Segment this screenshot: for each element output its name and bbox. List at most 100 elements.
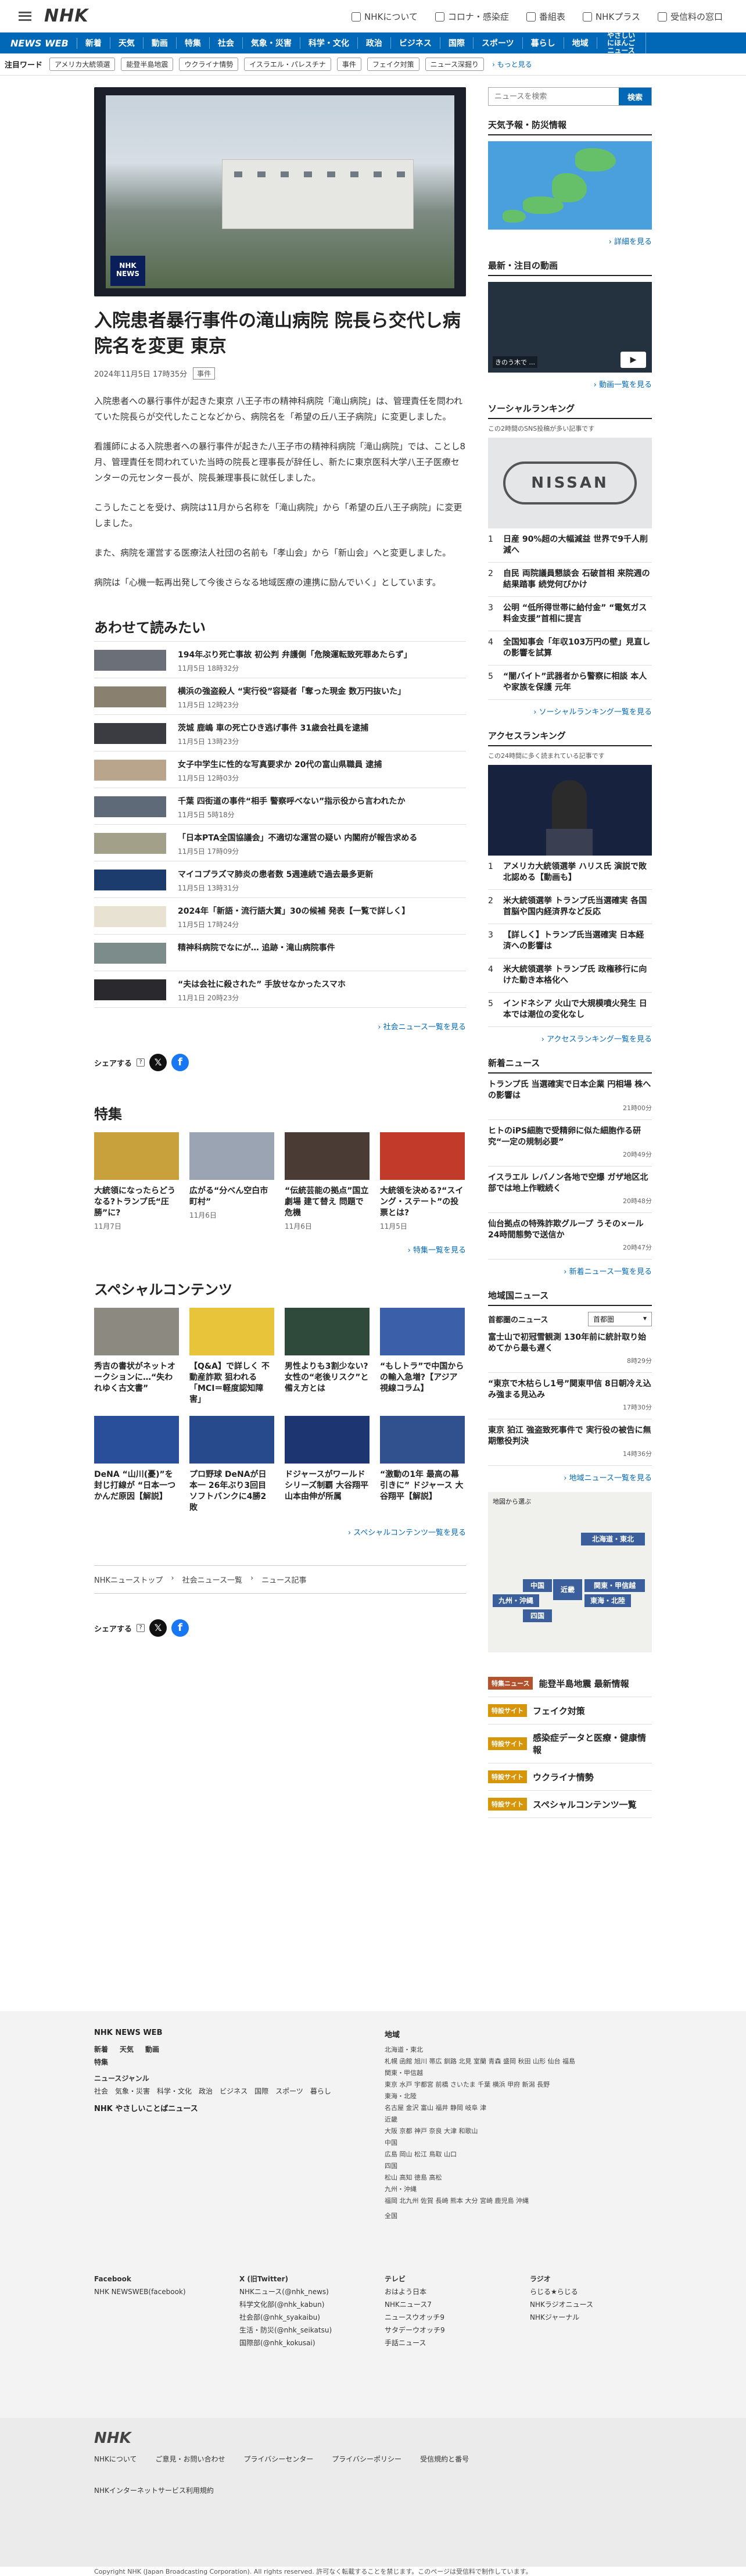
news-item[interactable]: トランプ氏 当選確実で日本企業 円相場 株への影響は 21時00分 [488, 1074, 652, 1120]
tokushu-card[interactable]: 大統領になったらどうなる?トランプ氏“圧勝”に? 11月7日 [94, 1132, 179, 1231]
tag[interactable]: イスラエル・パレスチナ [244, 58, 331, 71]
map-region-kyushu[interactable]: 九州・沖縄 [493, 1594, 539, 1607]
special-link[interactable]: 特設サイト ウクライナ情勢 [488, 1763, 652, 1791]
nav-item[interactable]: スポーツ [474, 37, 523, 49]
nav-item[interactable]: ビジネス [391, 37, 440, 49]
local-news-more-link[interactable]: › 地域ニュース一覧を見る [488, 1472, 652, 1483]
footer-link[interactable]: 松山 高知 徳島 高松 [385, 2172, 652, 2184]
footer-link[interactable]: NHKラジオニュース [530, 2298, 652, 2311]
related-item[interactable]: 精神科病院でなにが… 追跡・滝山病院事件 [94, 935, 466, 971]
special-link[interactable]: 特設サイト フェイク対策 [488, 1697, 652, 1725]
footer-link[interactable]: NHK やさしいことばニュース [94, 2102, 385, 2113]
news-item[interactable]: 富士山で初冠雪観測 130年前に統計取り始めてから最も遅く 8時29分 [488, 1326, 652, 1373]
special-card[interactable]: “激動の1年 最高の幕引きに” ドジャース 大谷翔平【解説】 [380, 1416, 465, 1514]
special-more-link[interactable]: › スペシャルコンテンツ一覧を見る [94, 1526, 466, 1537]
breadcrumb-item[interactable]: 社会ニュース一覧 [182, 1574, 242, 1585]
footer-link[interactable]: 受信規約と番号 [420, 2453, 469, 2466]
video-more-link[interactable]: › 動画一覧を見る [488, 378, 652, 389]
footer-link[interactable]: 生活・防災(@nhk_seikatsu) [239, 2324, 385, 2337]
footer-link[interactable]: 国際 [254, 2085, 268, 2098]
related-item[interactable]: 194年ぶり死亡事故 初公判 弁護側「危険運転致死罪あたらず」 11月5日 18時… [94, 642, 466, 678]
breadcrumb-item[interactable]: NHKニューストップ [94, 1574, 163, 1585]
footer-nhk-logo[interactable]: NHK [94, 2430, 652, 2447]
map-region-kinki[interactable]: 近畿 [553, 1579, 582, 1600]
footer-link[interactable]: ニュースウオッチ9 [385, 2311, 530, 2324]
footer-link[interactable]: 科学文化部(@nhk_kabun) [239, 2298, 385, 2311]
footer-link[interactable]: 特集 [94, 2056, 385, 2069]
footer-link[interactable]: 手話ニュース [385, 2337, 530, 2349]
footer-link[interactable]: らじる★らじる [530, 2285, 652, 2298]
ranking-item[interactable]: 2 米大統領選挙 トランプ氏当選確実 各国首脳や国内経済界など反応 [488, 890, 652, 924]
footer-link[interactable]: 国際部(@nhk_kokusai) [239, 2337, 385, 2349]
map-region-kanto[interactable]: 関東・甲信越 [584, 1579, 645, 1592]
map-region-hokkaido[interactable]: 北海道・東北 [581, 1533, 645, 1545]
header-link-fee[interactable]: 受信料の窓口 [657, 10, 723, 23]
footer-link[interactable]: 暮らし [310, 2085, 331, 2098]
map-region-chugoku[interactable]: 中国 [523, 1579, 552, 1592]
footer-link[interactable]: 社会 [94, 2085, 108, 2098]
footer-link[interactable]: 天気 [120, 2043, 134, 2056]
tags-more-link[interactable]: › もっと見る [492, 59, 532, 69]
special-card[interactable]: 秀吉の書状がネットオークションに…“失われゆく古文書” [94, 1308, 179, 1405]
special-card[interactable]: 【Q&A】で詳しく 不動産詐欺 狙われる「MCI＝軽度認知障害」 [189, 1308, 274, 1405]
social-top-image[interactable]: NISSAN [488, 438, 652, 528]
menu-icon[interactable] [19, 11, 31, 21]
special-link[interactable]: 特設サイト 感染症データと医療・健康情報 [488, 1725, 652, 1763]
tag[interactable]: 事件 [336, 58, 361, 71]
tokushu-card[interactable]: 広がる“分べん空白市町村” 11月6日 [189, 1132, 274, 1231]
tag[interactable]: 能登半島地震 [121, 58, 174, 71]
related-item[interactable]: “夫は会社に殺された” 手放せなかったスマホ 11月1日 20時23分 [94, 971, 466, 1008]
footer-link[interactable]: 政治 [199, 2085, 213, 2098]
ranking-item[interactable]: 2 自民 両院議員懇談会 石破首相 来院週の結果踏事 続党何びかけ [488, 563, 652, 597]
footer-link[interactable]: 大阪 京都 神戸 奈良 大津 和歌山 [385, 2126, 652, 2137]
footer-link[interactable]: 札幌 函館 旭川 帯広 釧路 北見 室蘭 青森 盛岡 秋田 山形 仙台 福島 [385, 2056, 652, 2067]
related-item[interactable]: 「日本PTA全国協議会」不適切な運営の疑い 内閣府が報告求める 11月5日 17時… [94, 825, 466, 861]
category-badge[interactable]: 事件 [193, 367, 216, 380]
special-card[interactable]: 男性よりも3割少ない? 女性の“老後リスク”と備え方とは [285, 1308, 370, 1405]
new-news-more-link[interactable]: › 新着ニュース一覧を見る [488, 1265, 652, 1276]
special-link[interactable]: 特設サイト スペシャルコンテンツ一覧 [488, 1791, 652, 1818]
news-web-brand[interactable]: NEWS WEB [0, 37, 77, 49]
footer-link[interactable]: NHKニュース(@nhk_news) [239, 2285, 385, 2298]
tokushu-more-link[interactable]: › 特集一覧を見る [94, 1244, 466, 1255]
footer-link[interactable]: NHKについて [94, 2453, 137, 2466]
footer-link[interactable]: NHK NEWSWEB(facebook) [94, 2285, 239, 2298]
tag[interactable]: フェイク対策 [367, 58, 419, 71]
news-item[interactable]: 東京 狛江 強盗致死事件で 実行役の被告に無期懲役判決 14時36分 [488, 1419, 652, 1466]
related-item[interactable]: マイコプラズマ肺炎の患者数 5週連続で過去最多更新 11月5日 13時31分 [94, 861, 466, 898]
video-thumbnail[interactable]: きのう木で ... ▶ [488, 282, 652, 373]
social-news-more-link[interactable]: › 社会ニュース一覧を見る [94, 1021, 466, 1032]
nav-item[interactable]: 社会 [210, 37, 243, 49]
region-select[interactable]: 首都圏 ▾ [588, 1312, 652, 1326]
footer-link[interactable]: 動画 [145, 2043, 159, 2056]
news-item[interactable]: 仙台拠点の特殊詐欺グループ うその×ール24時間態勢で送信か 20時47分 [488, 1213, 652, 1260]
x-share-icon[interactable]: 𝕏 [149, 1054, 167, 1071]
nav-item[interactable]: 地域 [564, 37, 597, 49]
ranking-item[interactable]: 1 アメリカ大統領選挙 ハリス氏 演説で敗北認める【動画も】 [488, 856, 652, 890]
related-item[interactable]: 横浜の強盗殺人 “実行役”容疑者「奪った現金 数万円抜いた」 11月5日 12時2… [94, 678, 466, 715]
header-link-about[interactable]: NHKについて [352, 10, 418, 23]
header-link-program[interactable]: 番組表 [526, 10, 565, 23]
nav-item[interactable]: 科学・文化 [300, 37, 358, 49]
social-more-link[interactable]: › ソーシャルランキング一覧を見る [488, 706, 652, 717]
ranking-item[interactable]: 4 米大統領選挙 トランプ氏 政権移行に向けた動き本格化へ [488, 958, 652, 993]
nav-item[interactable]: 動画 [144, 37, 177, 49]
footer-link[interactable]: NHKインターネットサービス利用規約 [94, 2484, 214, 2497]
footer-link[interactable]: 名古屋 金沢 富山 福井 静岡 岐阜 津 [385, 2102, 652, 2114]
nav-item[interactable]: 政治 [358, 37, 391, 49]
footer-link[interactable]: サタデーウオッチ9 [385, 2324, 530, 2337]
related-item[interactable]: 茨城 鹿嶋 車の死亡ひき逃げ事件 31歳会社員を逮捕 11月5日 13時23分 [94, 715, 466, 752]
related-item[interactable]: 2024年「新語・流行語大賞」30の候補 発表【一覧で詳しく】 11月5日 17時… [94, 898, 466, 935]
map-region-tokai[interactable]: 東海・北陸 [584, 1594, 631, 1607]
ranking-item[interactable]: 3 【詳しく】トランプ氏当選確実 日本経済への影響は [488, 924, 652, 958]
tag[interactable]: ニュース深掘り [425, 58, 485, 71]
news-item[interactable]: イスラエル レバノン各地で空爆 ガザ地区北部では地上作戦続く 20時48分 [488, 1167, 652, 1213]
header-link-corona[interactable]: コロナ・感染症 [435, 10, 509, 23]
footer-link[interactable]: ご意見・お問い合わせ [156, 2453, 225, 2466]
special-link[interactable]: 特集ニュース 能登半島地震 最新情報 [488, 1670, 652, 1697]
nav-yasashii[interactable]: やさしいにほんご ニュース [597, 31, 646, 55]
footer-link[interactable]: NHKニュース7 [385, 2298, 530, 2311]
facebook-share-icon[interactable]: f [171, 1619, 189, 1637]
x-share-icon[interactable]: 𝕏 [149, 1619, 167, 1637]
nav-item[interactable]: 暮らし [523, 37, 564, 49]
